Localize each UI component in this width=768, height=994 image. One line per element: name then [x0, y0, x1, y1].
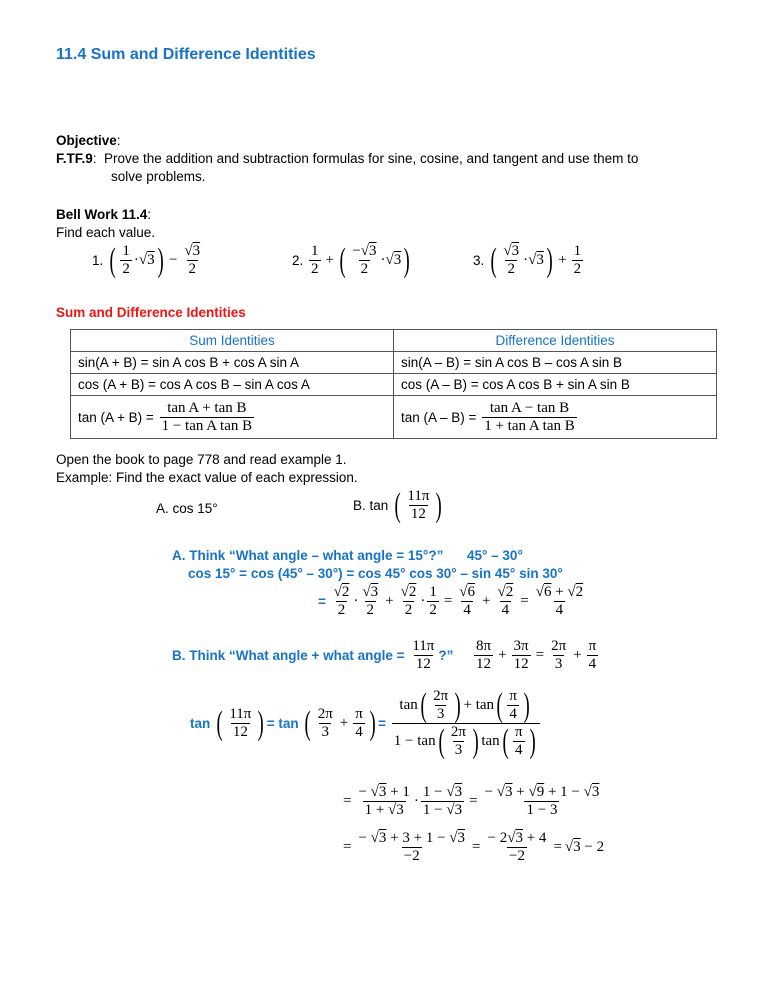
identities-heading: Sum and Difference Identities — [56, 305, 246, 320]
objective-standard: F.TF.9: Prove the addition and subtracti… — [56, 151, 639, 166]
solution-b-result: √3 − 2 — [564, 839, 605, 855]
bell-work-instruction: Find each value. — [56, 225, 156, 240]
solution-a-angles: 45° – 30° — [467, 548, 523, 563]
bell-work-problem-3: 3. ( √3 2 ·√ 3 ) + 12 — [473, 243, 585, 278]
solution-b-angles: 8π 12 + 3π 12 = 2π 3 + π4 — [474, 638, 599, 672]
sum-sin-identity: sin(A + B) = sin A cos B + cos A sin A — [70, 351, 394, 374]
bell-work-heading: Bell Work 11.4: — [56, 207, 152, 222]
page-title: 11.4 Sum and Difference Identities — [56, 46, 316, 63]
example-instruction: Open the book to page 778 and read examp… — [56, 452, 347, 467]
objective-text-cont: solve problems. — [111, 169, 206, 184]
solution-a-calculation: = √2 2 · √3 2 + √2 2 · 1 2 = √6 4 + √2 4 = √6 + √2 4 — [318, 584, 584, 618]
standard-code: F.TF.9 — [56, 151, 93, 166]
solution-a-result: √6 + √2 4 — [535, 584, 584, 618]
objective-label: Objective — [56, 133, 117, 148]
solution-b-step-2: = − √3 + 3 + 1 − √3 −2 = − 2√3 + 4 −2 = √3 −… — [343, 830, 605, 864]
table-header-row: Sum Identities Difference Identities — [70, 329, 717, 352]
solution-b-step-1: = − √3 + 11 + √3 · 1 − √3 1 − √3 = − √3 + √… — [343, 784, 600, 818]
solution-a-expansion: cos 15° = cos (45° – 30°) = cos 45° cos … — [188, 566, 563, 581]
problem-2-expression: 1 2 + ( −√3 2 ·√ 3 ) — [309, 241, 411, 279]
sum-cos-identity: cos (A + B) = cos A cos B – sin A cos A — [70, 373, 394, 396]
tan-sum-expansion: tan(2π 3) + tan(π 4) 1 − tan(2π 3) tan(π 4) — [391, 688, 540, 759]
example-b: B. tan ( 11π 12 ) — [353, 486, 443, 524]
example-prompt: Example: Find the exact value of each ex… — [56, 470, 358, 485]
solution-a-think: A. Think “What angle – what angle = 15°?… — [172, 548, 444, 563]
difference-identities-header: Difference Identities — [393, 329, 717, 352]
objective-heading: Objective: — [56, 133, 121, 148]
solution-b-equation: tan (11π 12) = tan (2π 3 + π 4) = tan(2π 3) + t… — [190, 688, 542, 759]
table-row: tan (A + B) = tan A + tan B1 − tan A tan… — [70, 395, 717, 439]
table-row: sin(A + B) = sin A cos B + cos A sin A s… — [70, 351, 717, 374]
diff-tan-identity: tan (A – B) = tan A − tan B1 + tan A tan… — [393, 395, 717, 439]
problem-3-expression: ( √3 2 ·√ 3 ) + 12 — [490, 241, 584, 279]
identities-table: Sum Identities Difference Identities sin… — [70, 329, 717, 439]
table-row: cos (A + B) = cos A cos B – sin A cos A … — [70, 373, 717, 396]
bell-work-problem-1: 1. ( 1 2 ·√ 3 ) − √3 2 — [92, 243, 204, 278]
solution-b-think: B. Think “What angle + what angle = 11π 1… — [172, 638, 454, 672]
diff-sin-identity: sin(A – B) = sin A cos B – cos A sin B — [393, 351, 717, 374]
sum-identities-header: Sum Identities — [70, 329, 394, 352]
sum-tan-identity: tan (A + B) = tan A + tan B1 − tan A tan… — [70, 395, 394, 439]
objective-text: Prove the addition and subtraction formu… — [104, 151, 639, 166]
bell-work-label: Bell Work 11.4 — [56, 207, 148, 222]
bell-work-problem-2: 2. 1 2 + ( −√3 2 ·√ 3 ) — [292, 243, 413, 278]
example-a: A. cos 15° — [156, 501, 218, 516]
problem-1-expression: ( 1 2 ·√ 3 ) − √3 2 — [109, 241, 201, 279]
diff-cos-identity: cos (A – B) = cos A cos B + sin A sin B — [393, 373, 717, 396]
